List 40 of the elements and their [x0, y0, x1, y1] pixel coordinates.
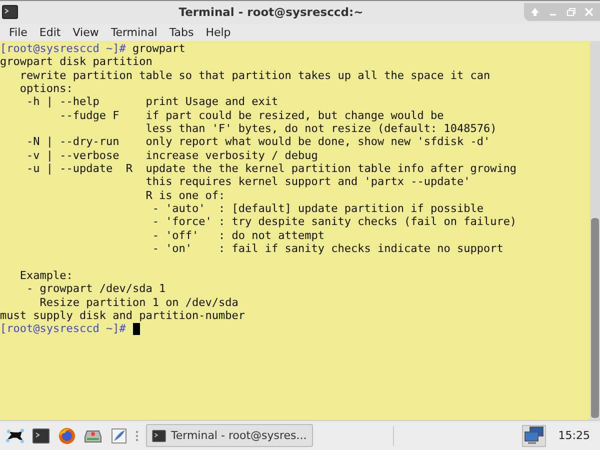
- menu-item[interactable]: Terminal: [104, 26, 164, 38]
- shell-prompt: [root@sysresccd ~]#: [0, 322, 126, 336]
- terminal-icon[interactable]: [32, 426, 50, 444]
- output-line: - 'auto' : [default] update partition if possible: [151, 202, 484, 216]
- command-text: growpart: [132, 42, 186, 56]
- scrollbar-thumb[interactable]: [591, 218, 599, 418]
- network-icon[interactable]: [522, 424, 546, 446]
- terminal-icon: [152, 430, 166, 442]
- output-line: -v | --verbose increase verbosity / debug: [25, 148, 318, 162]
- scrollbar[interactable]: [590, 41, 600, 420]
- output-line: - 'on' : fail if sanity checks indicate no support: [151, 242, 504, 256]
- output-line: --fudge F if part could be resized, but change would be: [58, 108, 444, 122]
- output-line: -N | --dry-run only report what would be done, show new 'sfdisk -d': [25, 135, 490, 149]
- menu-item[interactable]: Tabs: [163, 26, 200, 38]
- menu-item[interactable]: File: [3, 26, 34, 38]
- output-line: this requires kernel support and 'partx --update': [144, 175, 470, 189]
- taskbar-window-button[interactable]: Terminal - root@sysres...: [146, 424, 313, 447]
- mascot-icon[interactable]: [6, 426, 24, 444]
- output-line: R is one of:: [144, 188, 226, 202]
- separator-handle: [136, 430, 138, 440]
- output-line: rewrite partition table so that partition takes up all the space it can: [18, 68, 490, 82]
- output-line: growpart disk partition: [0, 55, 152, 69]
- text-editor-icon[interactable]: [110, 426, 128, 444]
- output-line: must supply disk and partition-number: [0, 308, 246, 322]
- shell-prompt: [root@sysresccd ~]#: [0, 42, 126, 56]
- output-line: -h | --help print Usage and exit: [25, 95, 278, 109]
- menu-item[interactable]: View: [66, 26, 105, 38]
- output-line: Resize partition 1 on /dev/sda: [38, 296, 238, 309]
- output-line: - 'off' : do not attempt: [151, 228, 325, 242]
- output-line: - growpart /dev/sda 1: [25, 282, 166, 296]
- output-line: Example:: [18, 268, 73, 282]
- output-line: - 'force' : try despite sanity checks (fail on failure): [151, 215, 517, 229]
- output-line: options:: [18, 82, 73, 96]
- menu-item[interactable]: Help: [200, 26, 237, 38]
- clock: 15:25: [558, 429, 590, 442]
- menu-item[interactable]: Edit: [33, 26, 67, 38]
- window-title: Terminal - root@sysresccd:~: [178, 5, 364, 19]
- output-line: -u | --update R update the the kernel partition table info after growing: [25, 162, 517, 176]
- output-line: less than 'F' bytes, do not resize (default: 1048576): [144, 122, 497, 136]
- browser-icon[interactable]: [58, 426, 76, 444]
